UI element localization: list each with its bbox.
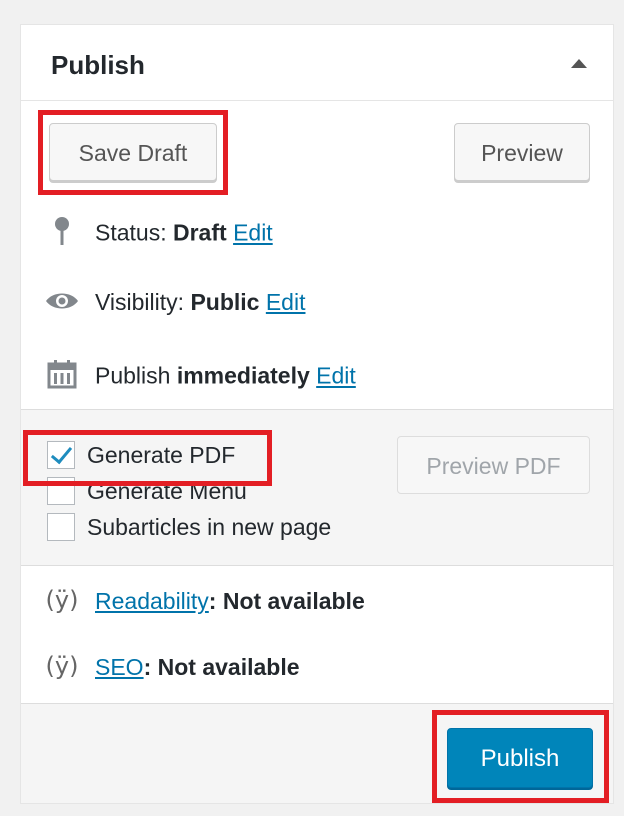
pdf-options-section: Generate PDF Generate Menu Subarticles i… bbox=[21, 409, 613, 566]
publish-box-title: Publish bbox=[51, 50, 145, 80]
subarticles-label: Subarticles in new page bbox=[87, 514, 332, 540]
yoast-icon: (ÿ) bbox=[45, 651, 79, 680]
generate-pdf-highlight bbox=[23, 430, 272, 486]
publish-highlight bbox=[432, 710, 609, 803]
readability-row: (ÿ) Readability: Not available bbox=[45, 586, 365, 618]
publish-box: Publish Save Draft Preview Status: Draft… bbox=[20, 24, 614, 804]
schedule-row: Publish immediately Edit bbox=[45, 359, 356, 396]
seo-link[interactable]: SEO bbox=[95, 654, 144, 680]
status-edit-link[interactable]: Edit bbox=[233, 220, 273, 246]
calendar-icon bbox=[45, 359, 79, 396]
status-prefix: Status: bbox=[95, 219, 167, 246]
schedule-edit-link[interactable]: Edit bbox=[316, 363, 356, 389]
preview-pdf-button[interactable]: Preview PDF bbox=[397, 436, 590, 494]
seo-value: : Not available bbox=[143, 654, 300, 680]
seo-row: (ÿ) SEO: Not available bbox=[45, 652, 300, 684]
publish-box-header[interactable]: Publish bbox=[21, 25, 613, 101]
readability-value: : Not available bbox=[208, 588, 365, 614]
schedule-prefix: Publish bbox=[95, 362, 171, 389]
subarticles-option[interactable]: Subarticles in new page bbox=[47, 512, 331, 543]
readability-link[interactable]: Readability bbox=[95, 588, 209, 614]
visibility-value: Public bbox=[190, 289, 260, 315]
visibility-row: Visibility: Public Edit bbox=[45, 287, 305, 319]
visibility-edit-link[interactable]: Edit bbox=[266, 289, 306, 315]
save-draft-highlight bbox=[38, 110, 228, 195]
preview-button[interactable]: Preview bbox=[454, 123, 590, 181]
visibility-prefix: Visibility: bbox=[95, 289, 185, 315]
eye-icon bbox=[45, 289, 79, 319]
status-row: Status: Draft Edit bbox=[45, 216, 273, 253]
subarticles-checkbox[interactable] bbox=[47, 512, 75, 541]
status-value: Draft bbox=[173, 219, 227, 246]
pin-icon bbox=[45, 216, 79, 253]
triangle-up-icon[interactable] bbox=[571, 59, 587, 68]
publish-actions: Publish bbox=[21, 703, 613, 803]
schedule-value: immediately bbox=[176, 362, 310, 389]
yoast-icon: (ÿ) bbox=[45, 585, 79, 614]
